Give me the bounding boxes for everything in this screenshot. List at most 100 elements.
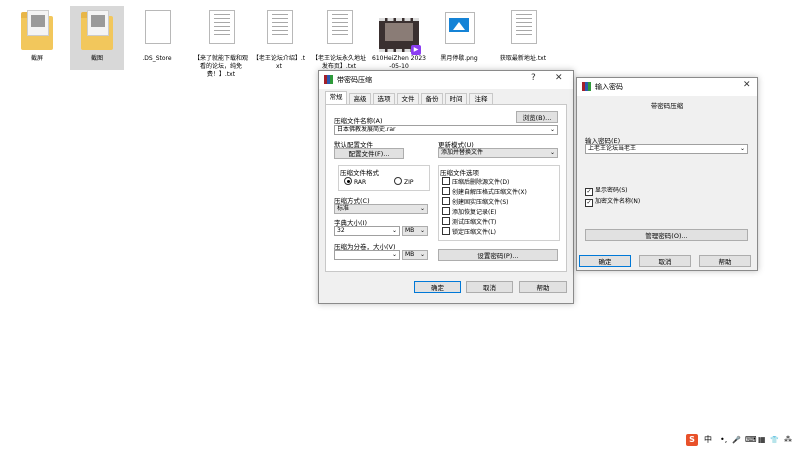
close-icon[interactable]: ✕ — [555, 73, 563, 83]
ok-button[interactable]: 确定 — [579, 255, 631, 267]
general-tab-panel: 压缩文件名称(A) 浏览(B)... 日本佛教发展简史.rar ⌄ 默认配置文件… — [325, 104, 567, 272]
set-password-button[interactable]: 设置密码(P)... — [438, 249, 558, 261]
checkbox-icon — [442, 187, 450, 195]
ok-button[interactable]: 确定 — [414, 281, 461, 293]
tab-comment[interactable]: 注释 — [469, 93, 493, 104]
format-zip-label: ZIP — [404, 179, 414, 186]
cancel-button[interactable]: 取消 — [466, 281, 513, 293]
radio-selected-icon — [344, 177, 352, 185]
format-group-label: 压缩文件格式 — [340, 169, 379, 177]
winrar-icon — [324, 75, 333, 84]
folder-icon — [77, 8, 117, 54]
chevron-down-icon[interactable]: ⌄ — [740, 145, 745, 153]
tab-files[interactable]: 文件 — [397, 93, 419, 104]
archive-name-label: 压缩文件名称(A) — [334, 117, 383, 125]
archive-dialog-titlebar[interactable]: 带密码压缩 ? ✕ — [319, 71, 573, 89]
sogou-logo-icon[interactable]: S — [686, 434, 698, 446]
manage-passwords-button[interactable]: 管理密码(O)... — [585, 229, 748, 241]
desktop-icon-label: 【老王论坛介绍】.txt — [252, 55, 306, 70]
checkbox-icon — [442, 177, 450, 185]
desktop-icon-latest-txt[interactable]: 获取最新地址.txt — [494, 6, 552, 63]
checkmark-icon: ✓ — [585, 188, 593, 196]
method-select[interactable]: 标准 ⌄ — [334, 204, 428, 214]
format-zip-radio[interactable]: ZIP — [394, 177, 414, 186]
dict-size-select[interactable]: 32 ⌄ — [334, 226, 400, 236]
encrypt-names-checkbox[interactable]: ✓ 加密文件名称(N) — [585, 196, 640, 207]
password-dialog-titlebar[interactable]: 输入密码 ✕ — [577, 78, 757, 96]
format-rar-radio[interactable]: RAR — [344, 177, 366, 186]
desktop-icon-forum-txt[interactable]: 【来了就能下载和观看的论坛，纯免费！】.txt — [192, 6, 250, 79]
desktop-icon-screenshots-folder[interactable]: 截屏 — [10, 6, 64, 63]
update-mode-select[interactable]: 添加并替换文件 ⌄ — [438, 148, 558, 158]
desktop-icon-address-txt[interactable]: 【老王论坛永久地址发布页】.txt — [312, 6, 366, 71]
checkbox-icon — [442, 217, 450, 225]
split-unit-select[interactable]: MB ⌄ — [402, 250, 428, 260]
tab-advanced[interactable]: 高级 — [349, 93, 371, 104]
checkbox-icon — [442, 197, 450, 205]
tab-time[interactable]: 时间 — [445, 93, 467, 104]
winrar-icon — [582, 82, 591, 91]
format-rar-label: RAR — [354, 179, 367, 186]
option-lock[interactable]: 锁定压缩文件(L) — [442, 227, 496, 236]
option-label: 压缩后删除源文件(D) — [452, 179, 510, 186]
skin-icon[interactable]: 👕 — [770, 434, 779, 446]
password-value: 上老王论坛当老王 — [588, 145, 637, 152]
option-sfx[interactable]: 创建自解压格式压缩文件(X) — [442, 187, 527, 196]
help-button[interactable]: 帮助 — [519, 281, 567, 293]
desktop-icon-intro-txt[interactable]: 【老王论坛介绍】.txt — [252, 6, 306, 71]
archive-name-input[interactable]: 日本佛教发展简史.rar ⌄ — [334, 125, 558, 135]
option-solid[interactable]: 创建固实压缩文件(S) — [442, 197, 509, 206]
archive-dialog: 带密码压缩 ? ✕ 常规 高级 选项 文件 备份 时间 注释 压缩文件名称(A)… — [318, 70, 574, 304]
dict-unit-select[interactable]: MB ⌄ — [402, 226, 428, 236]
options-group-label: 压缩文件选项 — [440, 169, 479, 177]
password-dialog-title: 输入密码 — [595, 83, 623, 91]
microphone-icon[interactable]: 🎤 — [732, 434, 741, 446]
browse-button[interactable]: 浏览(B)... — [516, 111, 558, 123]
help-button[interactable]: 帮助 — [699, 255, 751, 267]
chevron-down-icon[interactable]: ⌄ — [550, 126, 555, 134]
archive-name-value: 日本佛教发展简史.rar — [337, 126, 396, 133]
close-icon[interactable]: ✕ — [743, 80, 751, 90]
show-password-checkbox[interactable]: ✓ 显示密码(S) — [585, 185, 628, 196]
radio-empty-icon — [394, 177, 402, 185]
option-label: 创建固实压缩文件(S) — [452, 199, 509, 206]
desktop-icon-label: 黑月停歇.png — [440, 55, 478, 62]
desktop-icon-label: 【老王论坛永久地址发布页】.txt — [312, 55, 367, 70]
option-test[interactable]: 测试压缩文件(T) — [442, 217, 496, 226]
checkbox-icon — [442, 207, 450, 215]
text-file-icon — [201, 8, 241, 54]
keyboard-icon[interactable]: ⌨ — [745, 434, 757, 446]
option-delete-source[interactable]: 压缩后删除源文件(D) — [442, 177, 509, 186]
text-file-icon — [503, 8, 543, 54]
text-file-icon — [259, 8, 299, 54]
punctuation-icon[interactable]: •, — [720, 434, 727, 446]
tab-options[interactable]: 选项 — [373, 93, 395, 104]
tab-general[interactable]: 常规 — [325, 91, 347, 104]
desktop-icon-video[interactable]: ▶ 610HeiZhen 2023-05-10 — [372, 6, 426, 71]
more-icon[interactable]: ⁂ — [784, 434, 792, 446]
method-value: 标准 — [337, 205, 350, 212]
tab-backup[interactable]: 备份 — [421, 93, 443, 104]
desktop-icon-png[interactable]: 黑月停歇.png — [432, 6, 486, 63]
password-input[interactable]: 上老王论坛当老王 ⌄ — [585, 144, 748, 154]
split-size-input[interactable]: ⌄ — [334, 250, 400, 260]
chevron-down-icon: ⌄ — [419, 227, 425, 234]
chevron-down-icon: ⌄ — [419, 251, 425, 258]
chevron-down-icon: ⌄ — [549, 149, 555, 156]
grid-icon[interactable]: ▦ — [758, 434, 766, 446]
option-recovery[interactable]: 添加恢复记录(E) — [442, 207, 496, 216]
encrypt-names-label: 加密文件名称(N) — [595, 198, 641, 205]
help-icon[interactable]: ? — [531, 73, 536, 83]
profile-button[interactable]: 配置文件(F)... — [334, 148, 404, 159]
update-mode-value: 添加并替换文件 — [441, 149, 484, 156]
dict-size-value: 32 — [337, 227, 345, 234]
cancel-button[interactable]: 取消 — [639, 255, 691, 267]
desktop-icon-label: 获取最新地址.txt — [499, 55, 547, 62]
desktop-icon-ds-store[interactable]: .DS_Store — [130, 6, 184, 63]
option-label: 锁定压缩文件(L) — [452, 229, 497, 236]
archive-dialog-title: 带密码压缩 — [337, 76, 372, 84]
option-label: 添加恢复记录(E) — [452, 209, 497, 216]
desktop-icon-capture-folder[interactable]: 截图 — [70, 6, 124, 70]
ime-mode-toggle[interactable]: 中 — [704, 434, 712, 446]
desktop-icon-label: .DS_Store — [142, 55, 172, 62]
